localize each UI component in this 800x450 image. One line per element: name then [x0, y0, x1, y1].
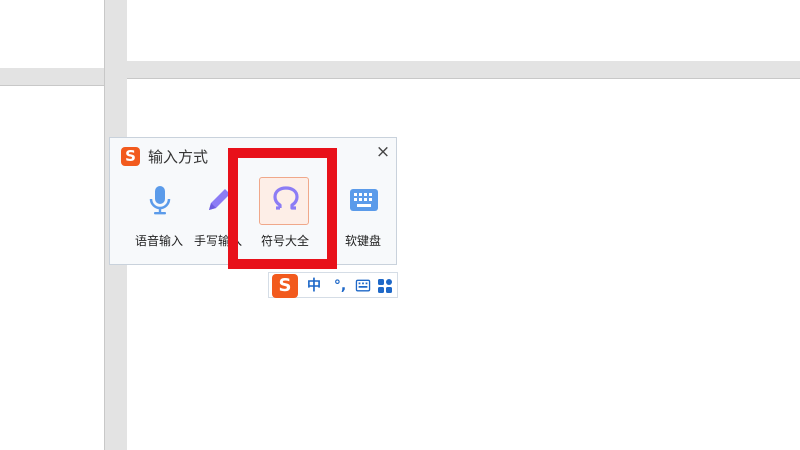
- soft-keyboard-button[interactable]: 软键盘: [333, 180, 393, 252]
- keyboard-icon[interactable]: [355, 279, 371, 293]
- sogou-logo-icon[interactable]: S: [272, 274, 298, 298]
- punctuation-toggle[interactable]: °,: [329, 275, 351, 297]
- ime-status-bar: S 中 °,: [268, 272, 398, 298]
- frame-horizontal-line-right: [127, 78, 800, 79]
- grid-icon[interactable]: [377, 278, 393, 294]
- keyboard-icon: [350, 189, 378, 211]
- frame-horizontal-line: [0, 85, 104, 86]
- chinese-mode-toggle[interactable]: 中: [303, 275, 325, 297]
- sogou-logo-icon: S: [121, 147, 140, 166]
- soft-keyboard-label: 软键盘: [344, 234, 381, 248]
- close-button[interactable]: ×: [373, 142, 393, 162]
- frame-vertical-line-left: [104, 0, 105, 450]
- frame-horizontal-bar-right: [127, 61, 800, 78]
- frame-horizontal-bar-left: [0, 68, 104, 85]
- panel-title: 输入方式: [148, 148, 209, 166]
- voice-input-button[interactable]: 语音输入: [129, 180, 189, 252]
- microphone-icon: [149, 186, 171, 215]
- highlight-box: [228, 148, 337, 269]
